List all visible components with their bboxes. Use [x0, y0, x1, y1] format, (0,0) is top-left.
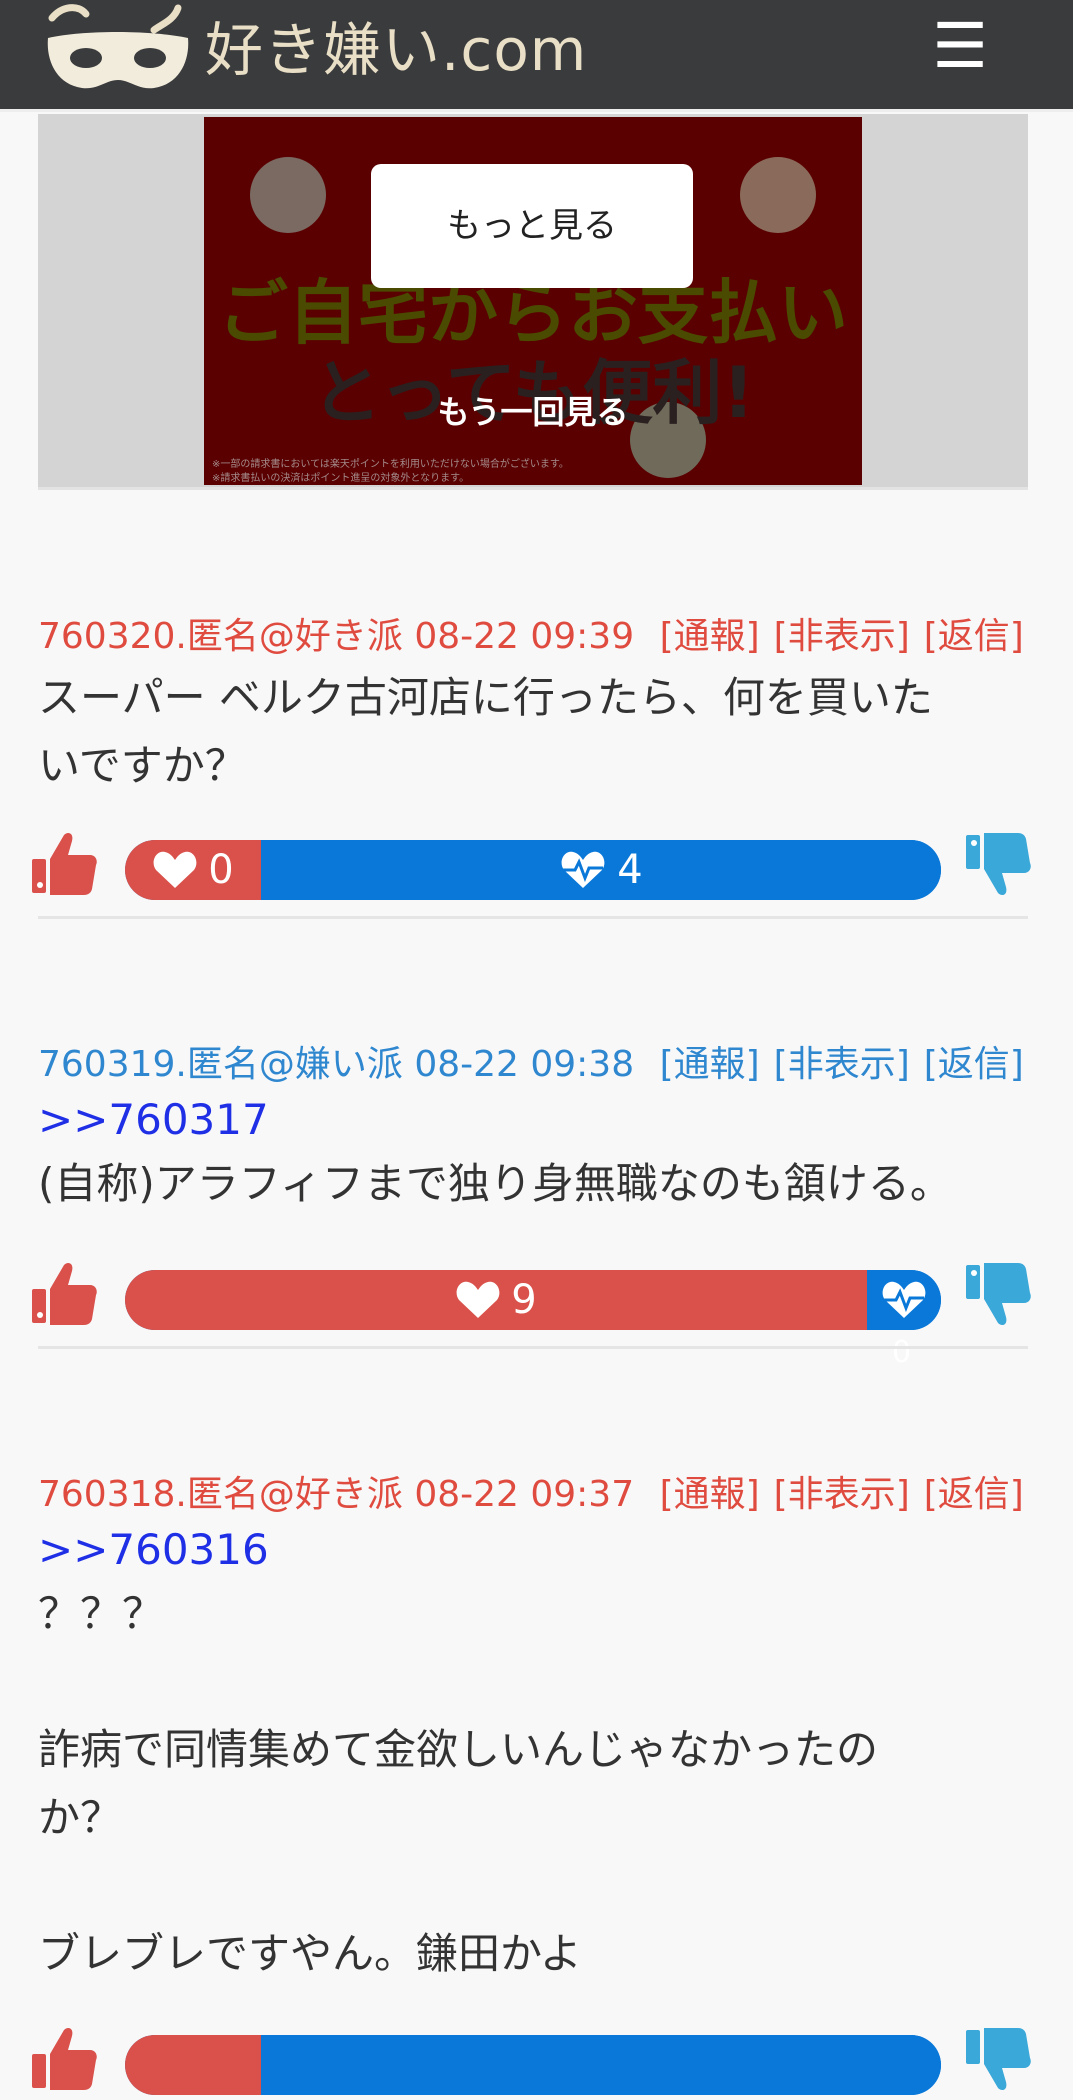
comment-body-line: ブレブレですやん。鎌田かよ [38, 1929, 582, 1978]
comment-body-line: 詐病で同情集めて金欲しいんじゃなかったの [38, 1725, 879, 1774]
vote-row [0, 2020, 1073, 2100]
reply-link[interactable]: [返信] [924, 616, 1024, 657]
ad-video[interactable]: ご自宅からお支払い とっても便利! ※一部の請求書においては楽天ポイントを利用い… [204, 117, 862, 485]
comment-body-line [38, 1852, 1028, 1920]
site-header: 好き嫌い.com ☰ [0, 0, 1073, 112]
ad-fineprint-1: ※一部の請求書においては楽天ポイントを利用いただけない場合がございます。 [212, 459, 569, 470]
heart-icon [456, 1281, 500, 1318]
dislike-count: 4 [617, 847, 643, 893]
comment-760319: 760319.匿名@嫌い派 08-22 09:38 [通報] [非表示] [返信] … [38, 1040, 1028, 1218]
vote-row: 0 4 [0, 825, 1073, 905]
dislike-segment[interactable] [867, 1270, 941, 1330]
comment-meta: 760320.匿名@好き派 08-22 09:39 [通報] [非表示] [返信] [38, 612, 1028, 662]
comment-header: 760319.匿名@嫌い派 08-22 09:38 [38, 1044, 635, 1085]
vote-bar [125, 2035, 941, 2095]
reply-link[interactable]: [返信] [924, 1474, 1024, 1515]
thumbs-down-icon[interactable] [964, 1259, 1034, 1329]
heart-icon [153, 851, 197, 888]
comment-divider [38, 916, 1028, 919]
dislike-count: 0 [892, 1335, 912, 1370]
comment-meta: 760318.匿名@好き派 08-22 09:37 [通報] [非表示] [返信] [38, 1470, 1028, 1520]
reply-link[interactable]: [返信] [924, 1044, 1024, 1085]
more-button[interactable]: もっと見る [371, 164, 693, 288]
heart-pulse-icon [561, 851, 605, 888]
comment-body-line: ？？？ [38, 1589, 165, 1638]
report-link[interactable]: [通報] [660, 616, 760, 657]
thumbs-up-icon[interactable] [30, 2024, 100, 2094]
flame-icon [740, 157, 816, 233]
comment-header: 760318.匿名@好き派 08-22 09:37 [38, 1474, 635, 1515]
replay-button[interactable]: もう一回見る [204, 387, 862, 433]
like-segment[interactable]: 0 [125, 840, 261, 900]
hide-link[interactable]: [非表示] [774, 1474, 910, 1515]
mask-logo-icon[interactable] [42, 0, 192, 96]
thumbs-down-icon[interactable] [964, 2024, 1034, 2094]
report-link[interactable]: [通報] [660, 1044, 760, 1085]
thumbs-down-icon[interactable] [964, 829, 1034, 899]
thumbs-up-icon[interactable] [30, 1259, 100, 1329]
comment-body-line: スーパー ベルク古河店に行ったら、何を買いた [38, 673, 933, 722]
anchor-link[interactable]: >>760316 [38, 1520, 1028, 1580]
comment-divider [38, 1346, 1028, 1349]
comment-body-line: (自称)アラフィフまで独り身無職なのも頷ける。 [38, 1159, 952, 1208]
hamburger-menu-icon[interactable]: ☰ [928, 14, 992, 78]
ad-container: ご自宅からお支払い とっても便利! ※一部の請求書においては楽天ポイントを利用い… [38, 114, 1028, 490]
anchor-link[interactable]: >>760317 [38, 1090, 1028, 1150]
report-link[interactable]: [通報] [660, 1474, 760, 1515]
comment-body-line: か？ [38, 1793, 123, 1842]
dislike-segment[interactable]: 4 [261, 840, 941, 900]
comment-760318: 760318.匿名@好き派 08-22 09:37 [通報] [非表示] [返信] … [38, 1470, 1028, 1988]
vote-bar: 0 4 [125, 840, 941, 900]
like-segment[interactable] [125, 2035, 261, 2095]
site-title[interactable]: 好き嫌い.com [205, 10, 587, 90]
comment-meta: 760319.匿名@嫌い派 08-22 09:38 [通報] [非表示] [返信] [38, 1040, 1028, 1090]
like-count: 0 [208, 847, 234, 893]
vote-bar: 9 [125, 1270, 941, 1330]
like-count: 9 [511, 1277, 537, 1323]
ad-fineprint-2: ※請求書払いの決済はポイント進呈の対象外となります。 [212, 473, 470, 484]
dislike-segment[interactable] [261, 2035, 941, 2095]
hide-link[interactable]: [非表示] [774, 1044, 910, 1085]
vote-row: 9 0 [0, 1255, 1073, 1370]
thumbs-up-icon[interactable] [30, 829, 100, 899]
comment-body-line [38, 1648, 1028, 1716]
comment-760320: 760320.匿名@好き派 08-22 09:39 [通報] [非表示] [返信] … [38, 612, 1028, 800]
like-segment[interactable]: 9 [125, 1270, 867, 1330]
hide-link[interactable]: [非表示] [774, 616, 910, 657]
comment-body-line: いですか？ [38, 741, 247, 790]
heart-pulse-icon [882, 1281, 926, 1318]
comment-header: 760320.匿名@好き派 08-22 09:39 [38, 616, 635, 657]
faucet-icon [250, 157, 326, 233]
